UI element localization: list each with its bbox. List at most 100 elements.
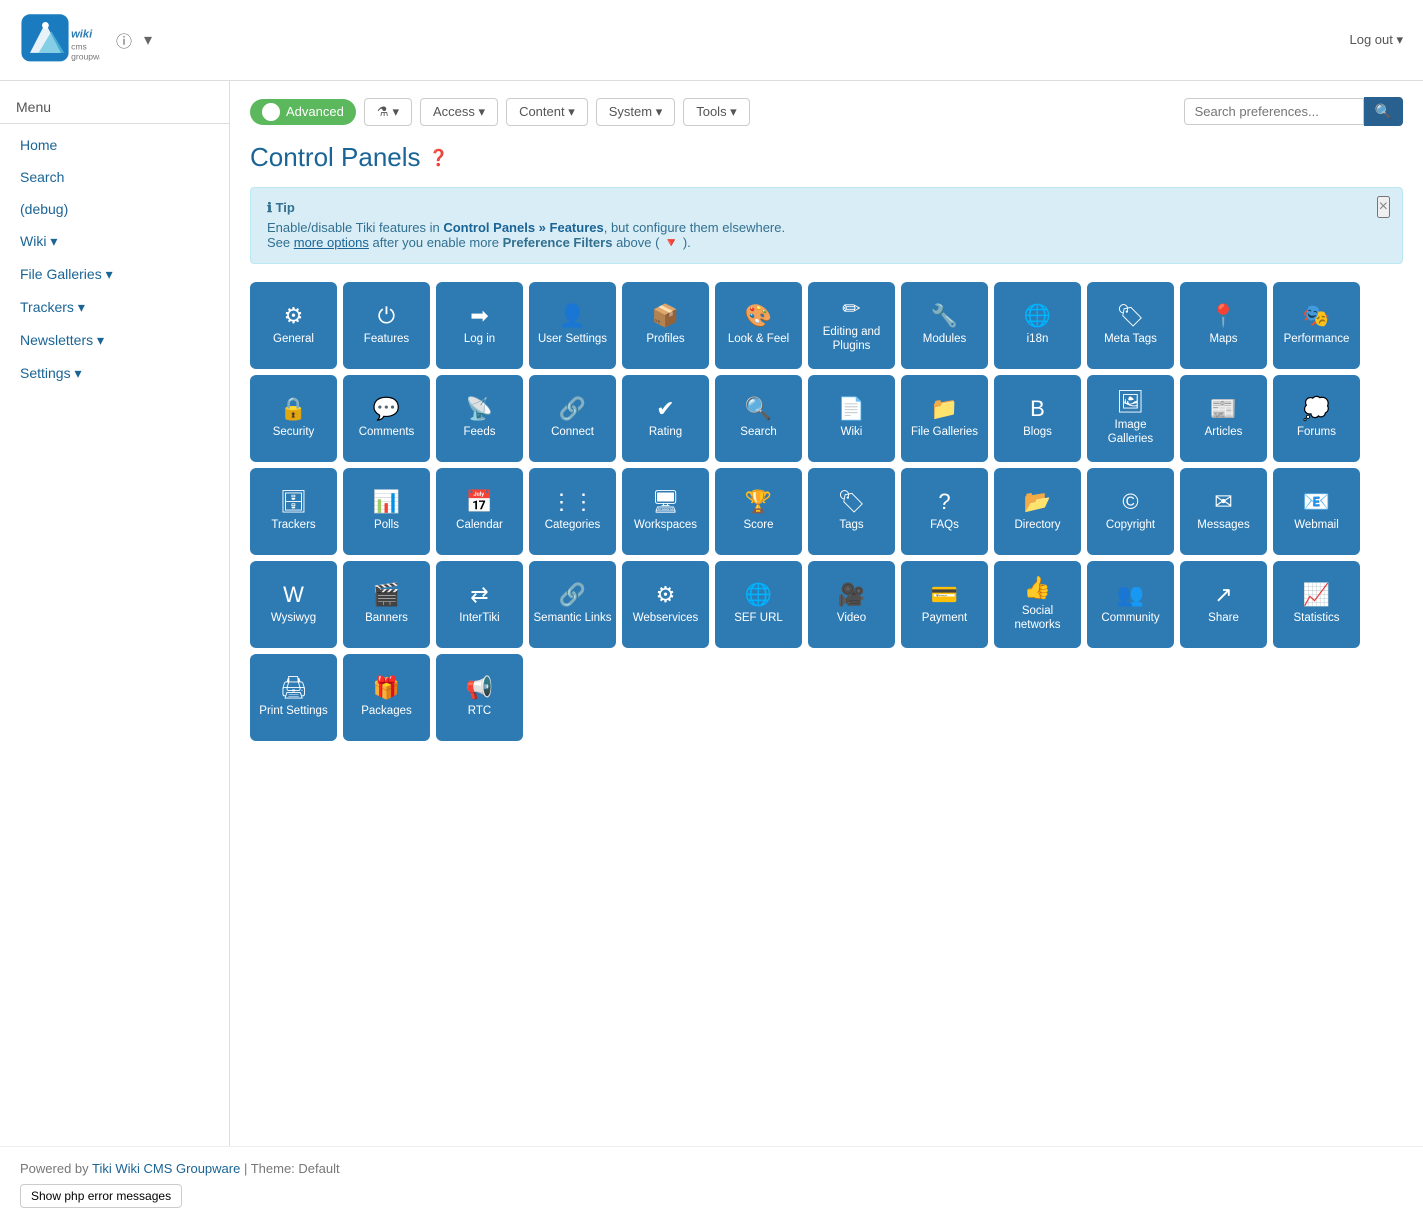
panel-item-video[interactable]: 🎥 Video bbox=[808, 561, 895, 648]
panel-item-log-in[interactable]: ➡ Log in bbox=[436, 282, 523, 369]
panel-label: Community bbox=[1101, 612, 1159, 626]
panel-item-meta-tags[interactable]: 🏷 Meta Tags bbox=[1087, 282, 1174, 369]
panel-item-performance[interactable]: 🎭 Performance bbox=[1273, 282, 1360, 369]
tip-pref-filters: Preference Filters bbox=[503, 235, 613, 250]
panel-item-wiki[interactable]: 📄 Wiki bbox=[808, 375, 895, 462]
panel-label: Webservices bbox=[633, 612, 699, 626]
panel-item-blogs[interactable]: B Blogs bbox=[994, 375, 1081, 462]
panel-item-rtc[interactable]: 📢 RTC bbox=[436, 654, 523, 741]
panel-label: General bbox=[273, 333, 314, 347]
logout-button[interactable]: Log out ▾ bbox=[1349, 32, 1403, 48]
panel-item-community[interactable]: 👥 Community bbox=[1087, 561, 1174, 648]
tools-button[interactable]: Tools ▾ bbox=[683, 98, 750, 126]
panel-item-calendar[interactable]: 📅 Calendar bbox=[436, 468, 523, 555]
panel-item-user-settings[interactable]: 👤 User Settings bbox=[529, 282, 616, 369]
chevron-down-icon[interactable]: ▾ bbox=[144, 30, 152, 50]
panel-item-general[interactable]: ⚙ General bbox=[250, 282, 337, 369]
panel-item-wysiwyg[interactable]: W Wysiwyg bbox=[250, 561, 337, 648]
panel-item-features[interactable]: ⏻ Features bbox=[343, 282, 430, 369]
panel-label: Blogs bbox=[1023, 426, 1052, 440]
panel-item-webmail[interactable]: 📧 Webmail bbox=[1273, 468, 1360, 555]
info-icon[interactable]: ⓘ bbox=[116, 28, 132, 52]
panel-icon: ⚙ bbox=[656, 584, 676, 606]
tip-content: Enable/disable Tiki features in Control … bbox=[267, 220, 1386, 251]
panel-item-comments[interactable]: 💬 Comments bbox=[343, 375, 430, 462]
search-input[interactable] bbox=[1184, 98, 1364, 125]
panel-item-semantic-links[interactable]: 🔗 Semantic Links bbox=[529, 561, 616, 648]
panel-item-share[interactable]: ↗ Share bbox=[1180, 561, 1267, 648]
svg-text:wiki: wiki bbox=[71, 28, 93, 40]
sidebar-item-home[interactable]: Home bbox=[0, 129, 229, 161]
sidebar-item-settings[interactable]: Settings ▾ bbox=[0, 357, 229, 390]
tip-close-button[interactable]: × bbox=[1377, 196, 1390, 218]
panel-icon: 📅 bbox=[466, 491, 493, 513]
panel-item-maps[interactable]: 📍 Maps bbox=[1180, 282, 1267, 369]
panel-item-i18n[interactable]: 🌐 i18n bbox=[994, 282, 1081, 369]
panel-item-feeds[interactable]: 📡 Feeds bbox=[436, 375, 523, 462]
panel-icon: 💭 bbox=[1303, 398, 1330, 420]
panel-item-search[interactable]: 🔍 Search bbox=[715, 375, 802, 462]
panel-label: Maps bbox=[1209, 333, 1237, 347]
panel-icon: 🔧 bbox=[931, 305, 958, 327]
panel-item-trackers[interactable]: 🗄 Trackers bbox=[250, 468, 337, 555]
panel-label: Forums bbox=[1297, 426, 1336, 440]
panel-item-payment[interactable]: 💳 Payment bbox=[901, 561, 988, 648]
panel-item-copyright[interactable]: © Copyright bbox=[1087, 468, 1174, 555]
panel-icon: 📡 bbox=[466, 398, 493, 420]
panel-item-categories[interactable]: ⋮⋮ Categories bbox=[529, 468, 616, 555]
panel-item-rating[interactable]: ✔ Rating bbox=[622, 375, 709, 462]
filter-button[interactable]: ⚗ ▾ bbox=[364, 98, 412, 126]
tip-more-options[interactable]: more options bbox=[294, 235, 369, 250]
panel-item-image-galleries[interactable]: 🖼 Image Galleries bbox=[1087, 375, 1174, 462]
panel-icon: 📦 bbox=[652, 305, 679, 327]
panel-item-directory[interactable]: 📂 Directory bbox=[994, 468, 1081, 555]
panel-icon: ✉ bbox=[1214, 491, 1232, 513]
panel-item-articles[interactable]: 📰 Articles bbox=[1180, 375, 1267, 462]
panel-item-profiles[interactable]: 📦 Profiles bbox=[622, 282, 709, 369]
panel-item-packages[interactable]: 🎁 Packages bbox=[343, 654, 430, 741]
panel-icon: ✔ bbox=[656, 398, 674, 420]
panel-item-banners[interactable]: 🎬 Banners bbox=[343, 561, 430, 648]
panel-item-workspaces[interactable]: 🖥 Workspaces bbox=[622, 468, 709, 555]
panel-item-sef-url[interactable]: 🌐 SEF URL bbox=[715, 561, 802, 648]
sidebar-item-debug[interactable]: (debug) bbox=[0, 193, 229, 225]
panel-item-editing-and-plugins[interactable]: ✏ Editing and Plugins bbox=[808, 282, 895, 369]
panel-item-look-&-feel[interactable]: 🎨 Look & Feel bbox=[715, 282, 802, 369]
panel-label: Features bbox=[364, 333, 409, 347]
panel-item-score[interactable]: 🏆 Score bbox=[715, 468, 802, 555]
panel-label: Packages bbox=[361, 705, 412, 719]
panel-item-faqs[interactable]: ? FAQs bbox=[901, 468, 988, 555]
panel-icon: 🌐 bbox=[745, 584, 772, 606]
panel-item-messages[interactable]: ✉ Messages bbox=[1180, 468, 1267, 555]
panel-item-statistics[interactable]: 📈 Statistics bbox=[1273, 561, 1360, 648]
panel-item-intertiki[interactable]: ⇄ InterTiki bbox=[436, 561, 523, 648]
panel-item-social-networks[interactable]: 👍 Social networks bbox=[994, 561, 1081, 648]
panel-item-tags[interactable]: 🏷 Tags bbox=[808, 468, 895, 555]
help-icon[interactable]: ❓ bbox=[429, 148, 449, 168]
system-button[interactable]: System ▾ bbox=[596, 98, 675, 126]
panel-item-webservices[interactable]: ⚙ Webservices bbox=[622, 561, 709, 648]
panel-item-security[interactable]: 🔒 Security bbox=[250, 375, 337, 462]
sidebar-item-newsletters[interactable]: Newsletters ▾ bbox=[0, 324, 229, 357]
panel-item-forums[interactable]: 💭 Forums bbox=[1273, 375, 1360, 462]
panel-icon: 👤 bbox=[559, 305, 586, 327]
show-php-errors-button[interactable]: Show php error messages bbox=[20, 1184, 182, 1208]
sidebar-item-file-galleries[interactable]: File Galleries ▾ bbox=[0, 258, 229, 291]
tip-link1[interactable]: Control Panels » Features bbox=[443, 220, 603, 235]
panel-item-polls[interactable]: 📊 Polls bbox=[343, 468, 430, 555]
panel-item-modules[interactable]: 🔧 Modules bbox=[901, 282, 988, 369]
sidebar-item-search[interactable]: Search bbox=[0, 161, 229, 193]
panel-label: Wiki bbox=[841, 426, 863, 440]
content-area: Advanced ⚗ ▾ Access ▾ Content ▾ System ▾… bbox=[230, 81, 1423, 1146]
content-button[interactable]: Content ▾ bbox=[506, 98, 588, 126]
search-button[interactable]: 🔍 bbox=[1364, 97, 1403, 126]
panel-icon: 🖼 bbox=[1117, 391, 1145, 413]
advanced-toggle[interactable]: Advanced bbox=[250, 99, 356, 125]
panel-item-connect[interactable]: 🔗 Connect bbox=[529, 375, 616, 462]
access-button[interactable]: Access ▾ bbox=[420, 98, 498, 126]
footer-tiki-link[interactable]: Tiki Wiki CMS Groupware bbox=[92, 1161, 240, 1176]
panel-item-file-galleries[interactable]: 📁 File Galleries bbox=[901, 375, 988, 462]
panel-item-print-settings[interactable]: 🖨 Print Settings bbox=[250, 654, 337, 741]
sidebar-item-wiki[interactable]: Wiki ▾ bbox=[0, 225, 229, 258]
sidebar-item-trackers[interactable]: Trackers ▾ bbox=[0, 291, 229, 324]
